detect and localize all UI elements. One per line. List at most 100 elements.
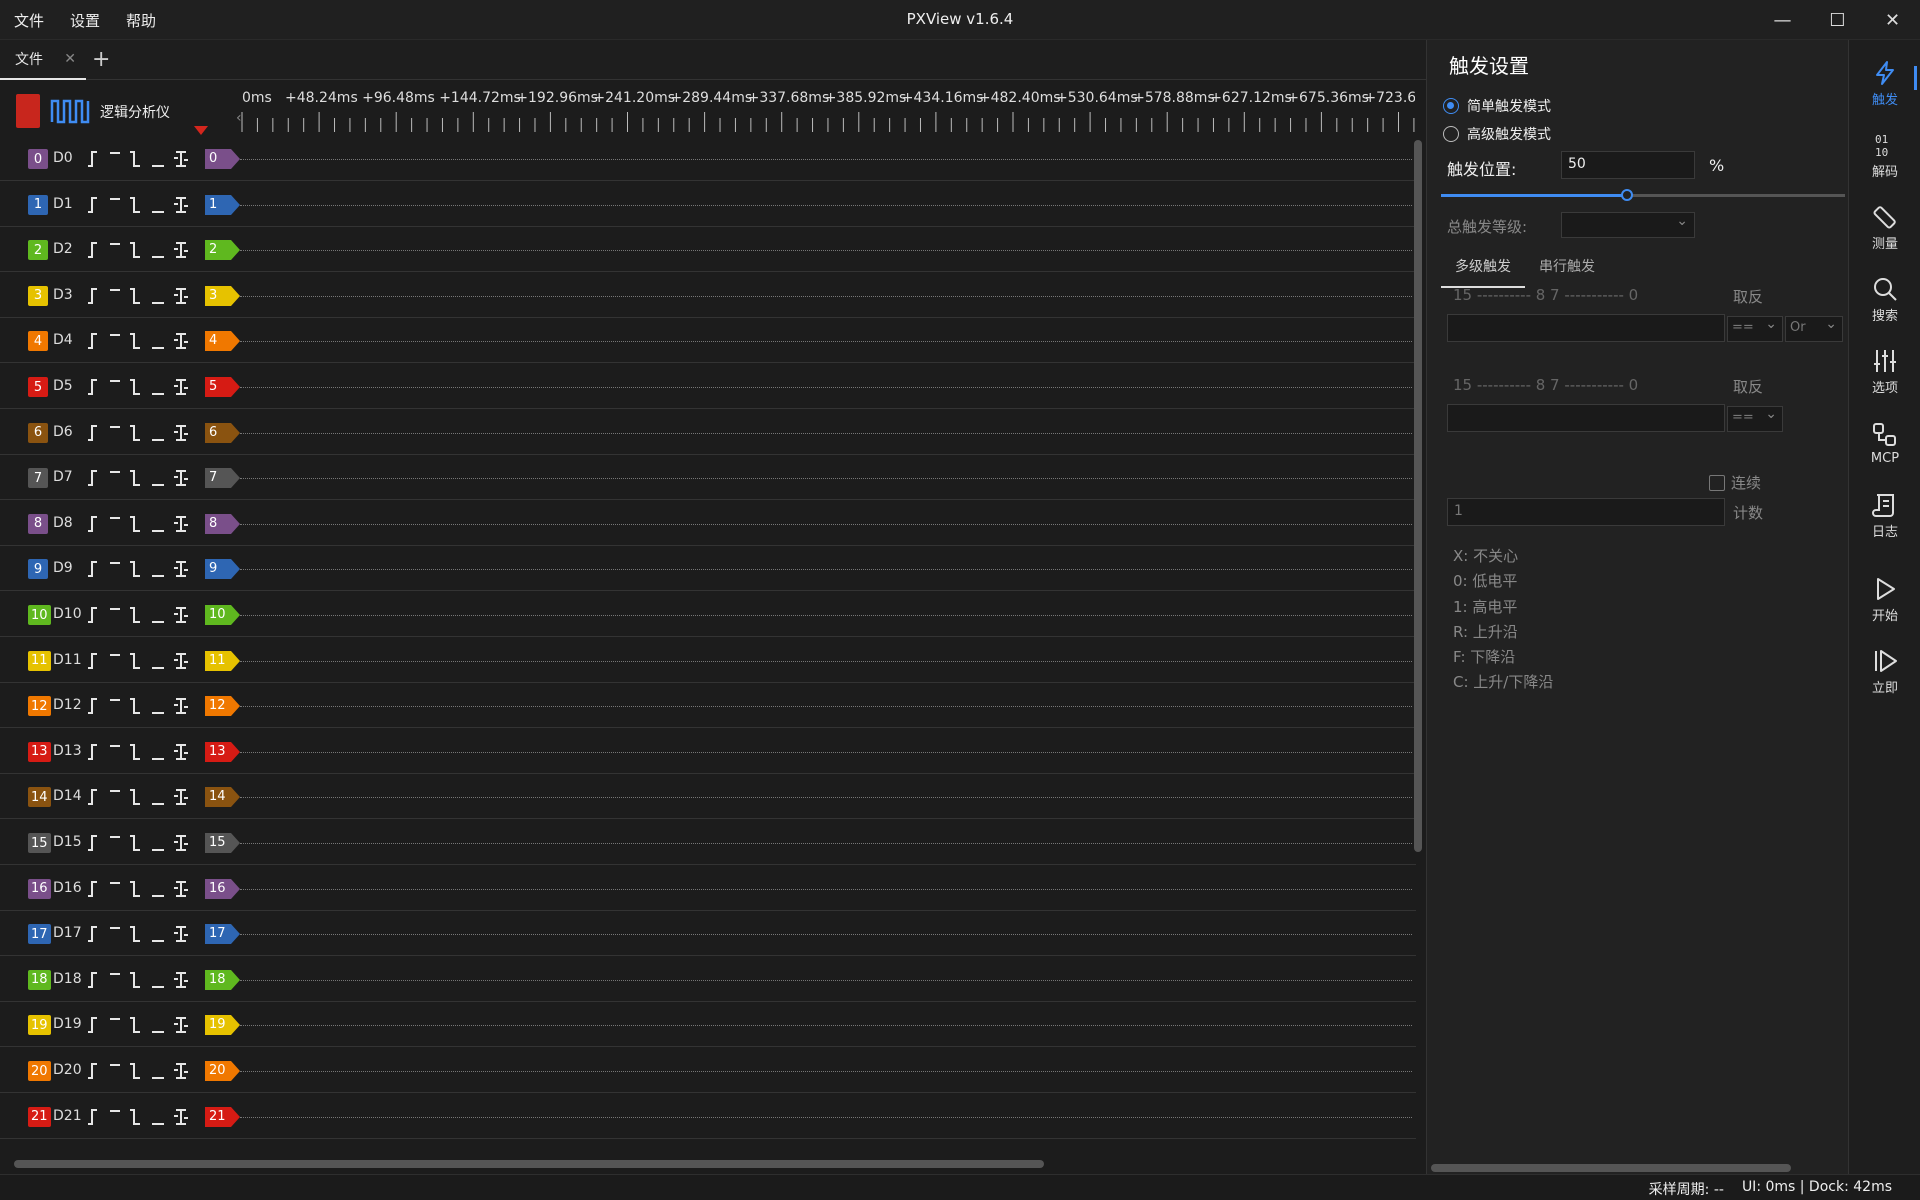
trigger-type-selector[interactable] — [86, 652, 196, 670]
channel-tag[interactable]: 11 — [205, 650, 241, 671]
channel-tag[interactable]: 6 — [205, 422, 241, 443]
channel-tag[interactable]: 7 — [205, 468, 241, 489]
trigger-type-selector[interactable] — [86, 1062, 196, 1080]
channel-name[interactable]: D15 — [53, 834, 82, 850]
simple-mode-radio[interactable]: 简单触发模式 — [1443, 96, 1551, 116]
trigger-type-icons[interactable] — [86, 560, 196, 578]
sidebar-item-search[interactable]: 搜索 — [1849, 268, 1920, 330]
mode-dropdown-icon[interactable] — [194, 126, 208, 135]
trigger-type-icons[interactable] — [86, 241, 196, 259]
channel-name[interactable]: D8 — [53, 515, 73, 531]
trigger-type-icons[interactable] — [86, 652, 196, 670]
sidebar-item-start[interactable]: 开始 — [1849, 568, 1920, 630]
tab-multistage[interactable]: 多级触发 — [1441, 252, 1525, 288]
channel-name[interactable]: D19 — [53, 1016, 82, 1032]
channel-name[interactable]: D1 — [53, 196, 73, 212]
channel-tag[interactable]: 20 — [205, 1061, 241, 1081]
mode-label[interactable]: 逻辑分析仪 — [100, 102, 170, 122]
stage2-op-select[interactable]: == — [1727, 406, 1783, 432]
trigger-type-icons[interactable] — [86, 378, 196, 396]
slider-handle[interactable] — [1620, 189, 1633, 201]
channel-tag[interactable]: 9 — [205, 559, 241, 580]
channel-tag[interactable]: 14 — [205, 787, 241, 808]
channel-tag[interactable]: 5 — [205, 377, 241, 397]
channel-name[interactable]: D14 — [53, 788, 82, 804]
channel-tag[interactable]: 13 — [205, 741, 241, 762]
trigger-type-icons[interactable] — [86, 971, 196, 989]
trigger-type-icons[interactable] — [86, 424, 196, 442]
trigger-type-icons[interactable] — [86, 287, 196, 305]
tab-serial[interactable]: 串行触发 — [1525, 252, 1609, 288]
tab-file[interactable]: 文件 ✕ — [0, 40, 86, 80]
channel-name[interactable]: D20 — [53, 1062, 82, 1078]
channel-tag[interactable]: 3 — [205, 285, 241, 306]
channel-name[interactable]: D10 — [53, 606, 82, 622]
channel-row[interactable]: 0 D0 0 — [0, 136, 1416, 181]
vertical-scrollbar[interactable] — [1414, 140, 1422, 852]
trigger-type-icons[interactable] — [86, 515, 196, 533]
trigger-type-icons[interactable] — [86, 469, 196, 487]
channel-tag[interactable]: 2 — [205, 240, 241, 261]
channel-row[interactable]: 13 D13 13 — [0, 729, 1416, 774]
stage2-bits-input[interactable] — [1447, 404, 1725, 432]
trigger-type-icons[interactable] — [86, 150, 196, 168]
channel-row[interactable]: 6 D6 6 — [0, 410, 1416, 455]
trigger-position-slider[interactable] — [1441, 189, 1845, 201]
trigger-type-selector[interactable] — [86, 332, 196, 350]
trigger-type-icons[interactable] — [86, 788, 196, 806]
horizontal-scrollbar[interactable] — [14, 1160, 1044, 1168]
channel-tag[interactable]: 8 — [205, 513, 241, 534]
trigger-type-selector[interactable] — [86, 560, 196, 578]
channel-name[interactable]: D16 — [53, 880, 82, 896]
channel-tag[interactable]: 4 — [205, 331, 241, 352]
trigger-type-icons[interactable] — [86, 1062, 196, 1080]
channel-row[interactable]: 19 D19 19 — [0, 1002, 1416, 1048]
trigger-position-input[interactable]: 50 — [1561, 151, 1695, 179]
channel-tag[interactable]: 17 — [205, 924, 241, 945]
count-input[interactable]: 1 — [1447, 498, 1725, 526]
continuous-checkbox[interactable]: 连续 — [1709, 472, 1761, 493]
channel-row[interactable]: 16 D16 16 — [0, 866, 1416, 911]
channel-name[interactable]: D21 — [53, 1108, 82, 1124]
channel-name[interactable]: D12 — [53, 697, 82, 713]
channel-row[interactable]: 10 D10 10 — [0, 592, 1416, 637]
trigger-type-selector[interactable] — [86, 150, 196, 168]
channel-tag[interactable]: 21 — [205, 1106, 241, 1127]
advanced-mode-radio[interactable]: 高级触发模式 — [1443, 124, 1551, 144]
stage1-op-select[interactable]: == — [1727, 316, 1783, 342]
trigger-type-icons[interactable] — [86, 697, 196, 715]
trigger-type-selector[interactable] — [86, 606, 196, 624]
channel-name[interactable]: D17 — [53, 925, 82, 941]
menu-help[interactable]: 帮助 — [126, 10, 156, 31]
channel-name[interactable]: D2 — [53, 241, 73, 257]
trigger-type-selector[interactable] — [86, 424, 196, 442]
sidebar-item-measure[interactable]: 测量 — [1849, 196, 1920, 258]
channel-name[interactable]: D0 — [53, 150, 73, 166]
channel-row[interactable]: 9 D9 9 — [0, 546, 1416, 592]
sidebar-item-decode[interactable]: 01 10 解码 — [1849, 124, 1920, 186]
trigger-type-selector[interactable] — [86, 788, 196, 806]
channel-name[interactable]: D7 — [53, 469, 73, 485]
panel-horizontal-scrollbar[interactable] — [1431, 1164, 1791, 1172]
channel-row[interactable]: 8 D8 8 — [0, 501, 1416, 546]
channel-name[interactable]: D9 — [53, 560, 73, 576]
channel-row[interactable]: 18 D18 18 — [0, 957, 1416, 1002]
trigger-type-selector[interactable] — [86, 925, 196, 943]
stage1-logic-select[interactable]: Or — [1785, 316, 1843, 342]
trigger-type-selector[interactable] — [86, 515, 196, 533]
trigger-type-selector[interactable] — [86, 743, 196, 761]
trigger-type-icons[interactable] — [86, 880, 196, 898]
channel-row[interactable]: 3 D3 3 — [0, 273, 1416, 318]
trigger-type-selector[interactable] — [86, 1108, 196, 1126]
channel-name[interactable]: D18 — [53, 971, 82, 987]
close-button[interactable]: ✕ — [1865, 0, 1920, 40]
trigger-type-selector[interactable] — [86, 196, 196, 214]
trigger-type-selector[interactable] — [86, 469, 196, 487]
sidebar-item-log[interactable]: 日志 — [1849, 484, 1920, 546]
trigger-type-icons[interactable] — [86, 332, 196, 350]
channel-tag[interactable]: 12 — [205, 696, 241, 717]
channel-name[interactable]: D13 — [53, 743, 82, 759]
channel-row[interactable]: 12 D12 12 — [0, 683, 1416, 729]
close-tab-icon[interactable]: ✕ — [64, 51, 76, 67]
trigger-type-selector[interactable] — [86, 241, 196, 259]
